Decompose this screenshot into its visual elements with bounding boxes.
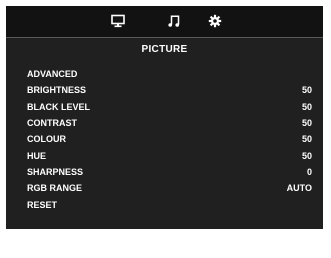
menu-title: PICTURE (141, 44, 188, 55)
tab-settings[interactable] (206, 12, 224, 30)
menu-item-label: RESET (27, 199, 58, 210)
menu-item-value: 50 (301, 85, 312, 96)
menu-item-value: 50 (301, 150, 312, 161)
menu-item-value: 50 (301, 134, 312, 145)
menu-item-sharpness[interactable]: SHARPNESS 0 (27, 164, 312, 180)
menu-item-rgb-range[interactable]: RGB RANGE AUTO (27, 180, 312, 196)
menu-item-label: RGB RANGE (27, 183, 83, 194)
menu-item-colour[interactable]: COLOUR 50 (27, 131, 312, 147)
gear-icon (208, 14, 222, 28)
menu-item-reset[interactable]: RESET (27, 196, 312, 212)
menu-item-black-level[interactable]: BLACK LEVEL 50 (27, 99, 312, 115)
tab-audio[interactable] (165, 12, 183, 30)
menu-item-label: CONTRAST (27, 118, 77, 129)
picture-settings-list: ADVANCED BRIGHTNESS 50 BLACK LEVEL 50 CO… (27, 66, 312, 213)
music-note-icon (168, 15, 180, 27)
menu-item-hue[interactable]: HUE 50 (27, 147, 312, 163)
tab-picture[interactable] (109, 12, 127, 30)
menu-item-contrast[interactable]: CONTRAST 50 (27, 115, 312, 131)
monitor-icon (111, 14, 125, 28)
menu-item-label: SHARPNESS (27, 166, 84, 177)
menu-item-value: 50 (301, 101, 312, 112)
menu-item-label: BLACK LEVEL (27, 101, 90, 112)
menu-item-label: BRIGHTNESS (27, 85, 87, 96)
tab-bar (6, 6, 323, 37)
menu-item-brightness[interactable]: BRIGHTNESS 50 (27, 82, 312, 98)
menu-item-label: HUE (27, 150, 47, 161)
menu-item-value: 0 (306, 166, 312, 177)
tab-divider (6, 37, 323, 38)
osd-menu-panel: PICTURE ADVANCED BRIGHTNESS 50 BLACK LEV… (6, 6, 323, 229)
menu-item-advanced[interactable]: ADVANCED (27, 66, 312, 82)
menu-item-label: COLOUR (27, 134, 66, 145)
menu-item-value: 50 (301, 118, 312, 129)
menu-item-label: ADVANCED (27, 69, 78, 80)
menu-item-value: AUTO (286, 183, 312, 194)
